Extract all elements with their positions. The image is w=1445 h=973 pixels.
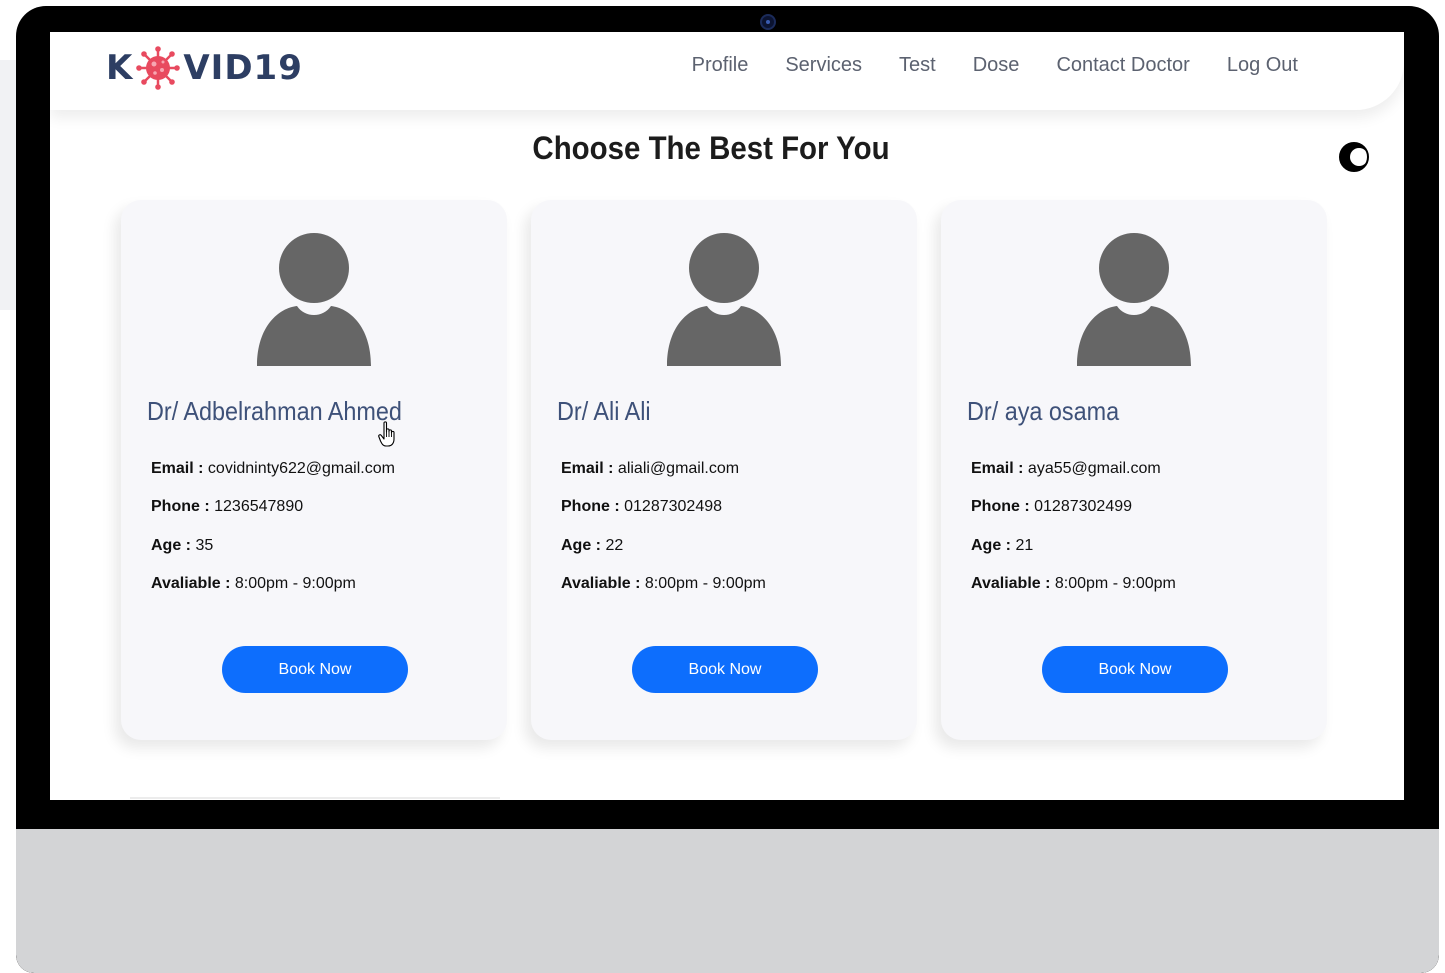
nav-services[interactable]: Services xyxy=(785,54,862,77)
email-label: Email : xyxy=(971,460,1024,477)
phone-value: 01287302499 xyxy=(1034,498,1133,515)
doctor-email: Email : covidninty622@gmail.com xyxy=(151,460,395,478)
brand-logo-left: K xyxy=(106,48,134,88)
email-value: aliali@gmail.com xyxy=(617,460,740,477)
doctor-age: Age : 22 xyxy=(561,537,623,555)
available-label: Avaliable : xyxy=(561,575,641,592)
age-label: Age : xyxy=(561,537,601,554)
virus-icon xyxy=(136,46,181,90)
age-label: Age : xyxy=(151,537,191,554)
age-value: 35 xyxy=(195,537,214,554)
monitor-frame: K VID19 Profile Services Test Dose Conta… xyxy=(16,6,1439,973)
brand-logo-right: VID19 xyxy=(183,48,303,88)
doctor-availability: Avaliable : 8:00pm - 9:00pm xyxy=(971,575,1176,593)
doctor-card: Dr/ Adbelrahman Ahmed Email : covidninty… xyxy=(121,200,507,740)
avatar-icon xyxy=(257,233,371,366)
available-label: Avaliable : xyxy=(971,575,1051,592)
doctor-age: Age : 21 xyxy=(971,537,1033,555)
nav-test[interactable]: Test xyxy=(899,54,936,77)
age-value: 22 xyxy=(605,537,624,554)
book-now-button[interactable]: Book Now xyxy=(1042,646,1228,693)
nav-log-out[interactable]: Log Out xyxy=(1227,54,1298,77)
phone-value: 1236547890 xyxy=(214,498,304,515)
doctor-name: Dr/ aya osama xyxy=(967,396,1120,426)
navbar: K VID19 Profile Services Test Dose Conta… xyxy=(50,32,1404,110)
nav-dose[interactable]: Dose xyxy=(973,54,1020,77)
email-label: Email : xyxy=(151,460,204,477)
doctor-phone: Phone : 01287302498 xyxy=(561,498,722,516)
doctor-name: Dr/ Adbelrahman Ahmed xyxy=(147,396,402,426)
age-label: Age : xyxy=(971,537,1011,554)
doctor-card: Dr/ Ali Ali Email : aliali@gmail.com Pho… xyxy=(531,200,917,740)
available-label: Avaliable : xyxy=(151,575,231,592)
email-label: Email : xyxy=(561,460,614,477)
doctor-phone: Phone : 01287302499 xyxy=(971,498,1132,516)
avatar-icon xyxy=(667,233,781,366)
next-row-card-edge xyxy=(130,797,500,799)
email-value: covidninty622@gmail.com xyxy=(207,460,395,477)
age-value: 21 xyxy=(1015,537,1034,554)
screen: K VID19 Profile Services Test Dose Conta… xyxy=(50,32,1404,800)
nav-profile[interactable]: Profile xyxy=(692,54,749,77)
doctor-availability: Avaliable : 8:00pm - 9:00pm xyxy=(561,575,766,593)
phone-label: Phone : xyxy=(971,498,1030,515)
doctor-availability: Avaliable : 8:00pm - 9:00pm xyxy=(151,575,356,593)
email-value: aya55@gmail.com xyxy=(1027,460,1161,477)
available-value: 8:00pm - 9:00pm xyxy=(1054,575,1176,592)
doctor-card: Dr/ aya osama Email : aya55@gmail.com Ph… xyxy=(941,200,1327,740)
book-now-button[interactable]: Book Now xyxy=(632,646,818,693)
phone-value: 01287302498 xyxy=(624,498,723,515)
book-now-button[interactable]: Book Now xyxy=(222,646,408,693)
brand-logo[interactable]: K VID19 xyxy=(106,46,303,90)
phone-label: Phone : xyxy=(151,498,210,515)
phone-label: Phone : xyxy=(561,498,620,515)
nav-menu: Profile Services Test Dose Contact Docto… xyxy=(692,54,1298,77)
avatar-icon xyxy=(1077,233,1191,366)
doctor-email: Email : aya55@gmail.com xyxy=(971,460,1161,478)
available-value: 8:00pm - 9:00pm xyxy=(644,575,766,592)
monitor-stand-chin xyxy=(16,829,1439,973)
doctor-phone: Phone : 1236547890 xyxy=(151,498,303,516)
moon-icon[interactable] xyxy=(1339,142,1369,172)
webcam-icon xyxy=(760,14,776,30)
available-value: 8:00pm - 9:00pm xyxy=(234,575,356,592)
page-title: Choose The Best For You xyxy=(532,130,890,166)
doctor-email: Email : aliali@gmail.com xyxy=(561,460,739,478)
hand-cursor-icon xyxy=(378,421,395,447)
doctor-age: Age : 35 xyxy=(151,537,213,555)
nav-contact-doctor[interactable]: Contact Doctor xyxy=(1056,54,1189,77)
doctor-name: Dr/ Ali Ali xyxy=(557,396,651,426)
